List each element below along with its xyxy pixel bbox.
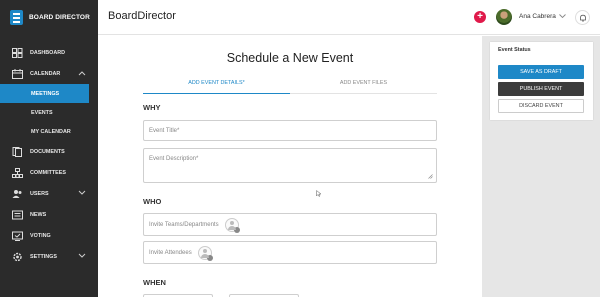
sidebar-item-label: VOTING: [30, 232, 51, 239]
plus-badge-icon: [233, 226, 240, 233]
event-description-field[interactable]: Event Description*: [143, 148, 437, 183]
form-tabs: ADD EVENT DETAILS* ADD EVENT FILES: [143, 77, 437, 94]
sidebar-item-label: MEETINGS: [31, 90, 60, 97]
invite-attendees-placeholder: Invite Attendees: [149, 249, 192, 256]
sidebar-item-label: DASHBOARD: [30, 49, 66, 56]
publish-event-button[interactable]: PUBLISH EVENT: [498, 82, 584, 96]
invite-teams-field[interactable]: Invite Teams/Departments: [143, 213, 437, 236]
user-name[interactable]: Ana Cabrera: [519, 13, 556, 20]
event-status-card: Event Status SAVE AS DRAFT PUBLISH EVENT…: [490, 42, 593, 120]
sidebar-item-calendar[interactable]: CALENDAR: [0, 63, 98, 84]
sidebar-item-label: MY CALENDAR: [31, 128, 71, 135]
chevron-down-icon[interactable]: [78, 190, 86, 196]
dashboard-icon: [11, 47, 23, 58]
avatar[interactable]: [496, 9, 512, 25]
brand[interactable]: BOARD DIRECTOR: [0, 0, 98, 35]
sidebar: BOARD DIRECTOR DASHBOARD CALENDAR MEETIN…: [0, 0, 98, 297]
event-title-field[interactable]: Event Title*: [143, 120, 437, 141]
sidebar-item-label: DOCUMENTS: [30, 148, 65, 155]
invite-attendees-field[interactable]: Invite Attendees: [143, 241, 437, 264]
add-team-icon[interactable]: [224, 217, 240, 233]
add-button[interactable]: +: [474, 11, 486, 23]
sidebar-item-label: NEWS: [30, 211, 47, 218]
sidebar-item-users[interactable]: USERS: [0, 183, 98, 204]
mouse-cursor-icon: [316, 190, 322, 197]
sidebar-item-my-calendar[interactable]: MY CALENDAR: [0, 122, 98, 141]
sidebar-nav: DASHBOARD CALENDAR MEETINGS EVENTS MY CA…: [0, 42, 98, 267]
sidebar-item-settings[interactable]: SETTINGS: [0, 246, 98, 267]
section-when: WHEN: [143, 278, 166, 287]
news-icon: [11, 210, 23, 220]
sidebar-item-label: CALENDAR: [30, 70, 61, 77]
tab-add-event-details[interactable]: ADD EVENT DETAILS*: [143, 77, 290, 94]
settings-icon: [11, 252, 23, 262]
section-why: WHY: [143, 103, 161, 112]
brand-name: BOARD DIRECTOR: [29, 14, 90, 21]
app-title: BoardDirector: [108, 10, 176, 22]
sidebar-item-news[interactable]: NEWS: [0, 204, 98, 225]
section-who: WHO: [143, 197, 162, 206]
sidebar-item-label: EVENTS: [31, 109, 53, 116]
plus-badge-icon: [206, 254, 213, 261]
sidebar-item-documents[interactable]: DOCUMENTS: [0, 141, 98, 162]
sidebar-item-committees[interactable]: COMMITTEES: [0, 162, 98, 183]
chevron-down-icon[interactable]: [559, 14, 566, 19]
sidebar-item-label: USERS: [30, 190, 49, 197]
event-status-title: Event Status: [498, 47, 531, 53]
voting-icon: [11, 231, 23, 241]
tab-add-event-files[interactable]: ADD EVENT FILES: [290, 77, 437, 93]
sidebar-item-label: SETTINGS: [30, 253, 57, 260]
event-title-placeholder: Event Title*: [149, 127, 180, 134]
page-title: Schedule a New Event: [226, 51, 354, 65]
sidebar-item-events[interactable]: EVENTS: [0, 103, 98, 122]
committees-icon: [11, 167, 23, 178]
discard-event-button[interactable]: DISCARD EVENT: [498, 99, 584, 113]
users-icon: [11, 189, 23, 199]
sidebar-item-dashboard[interactable]: DASHBOARD: [0, 42, 98, 63]
resize-handle-icon[interactable]: [428, 174, 433, 179]
event-description-placeholder: Event Description*: [149, 156, 199, 162]
sidebar-item-meetings[interactable]: MEETINGS: [0, 84, 89, 103]
event-form: Schedule a New Event ADD EVENT DETAILS* …: [98, 36, 482, 297]
sidebar-item-voting[interactable]: VOTING: [0, 225, 98, 246]
calendar-icon: [11, 68, 23, 79]
documents-icon: [11, 146, 23, 157]
add-attendee-icon[interactable]: [197, 245, 213, 261]
chevron-up-icon[interactable]: [78, 70, 86, 76]
bell-icon: [579, 14, 586, 22]
invite-teams-placeholder: Invite Teams/Departments: [149, 221, 219, 228]
chevron-down-icon[interactable]: [78, 253, 86, 259]
save-as-draft-button[interactable]: SAVE AS DRAFT: [498, 65, 584, 79]
sidebar-item-label: COMMITTEES: [30, 169, 66, 176]
top-header: BoardDirector + Ana Cabrera: [98, 0, 600, 35]
notifications-button[interactable]: [575, 10, 590, 25]
board-director-logo-icon: [10, 10, 23, 25]
